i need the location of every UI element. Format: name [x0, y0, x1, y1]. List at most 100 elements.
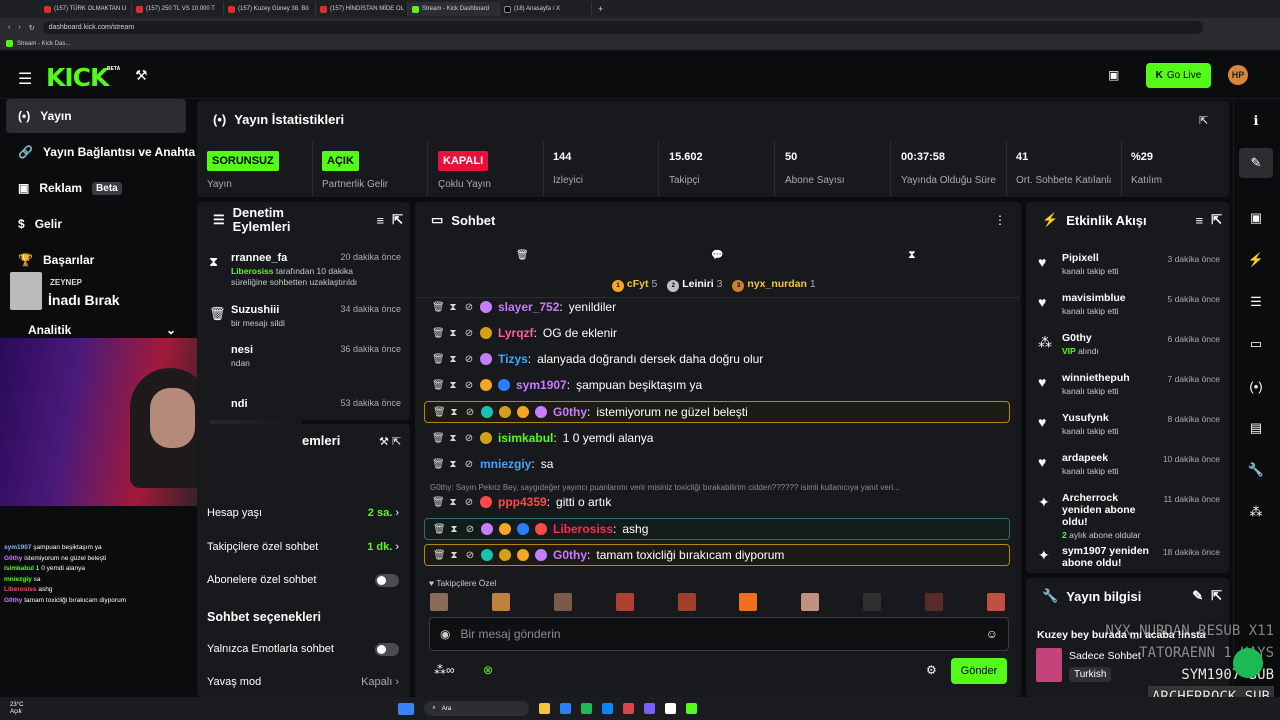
ban-icon[interactable]: ⊘	[465, 407, 475, 418]
follower-avatar[interactable]	[986, 593, 1005, 611]
trash-tab-icon[interactable]: 🗑	[516, 250, 529, 261]
popout-icon[interactable]: ⇱	[1211, 588, 1222, 604]
chat-message[interactable]: 🗑 ⧗ ⊘ Tizys: alanyada doğrandı dersek daha d…	[424, 348, 1010, 370]
trash-icon[interactable]: 🗑	[432, 433, 445, 444]
follower-avatar[interactable]	[863, 593, 882, 611]
hourglass-icon[interactable]: ⧗	[449, 550, 459, 561]
points-icon[interactable]: ⁂	[1239, 497, 1273, 527]
sidebar-item-reklam[interactable]: ▣ Reklam Beta	[6, 171, 186, 205]
kick-logo[interactable]: KICK	[46, 63, 109, 92]
hourglass-icon[interactable]: ⧗	[448, 380, 458, 391]
chat-username[interactable]: isimkabul	[498, 431, 553, 445]
hourglass-icon[interactable]: ⧗	[448, 433, 458, 444]
sidebar-item-stream-key[interactable]: 🔗 Yayın Bağlantısı ve Anahta	[6, 135, 195, 169]
follower-avatar[interactable]	[925, 593, 943, 611]
go-live-button[interactable]: K Go Live	[1146, 63, 1211, 88]
taskbar-app-icon[interactable]	[581, 703, 593, 714]
chat-username[interactable]: Lyrqzf	[498, 326, 534, 340]
chat-message[interactable]: 🗑 ⧗ ⊘ G0thy: istemiyorum ne güzel beleşti	[424, 401, 1010, 423]
taskbar-app-icon[interactable]	[539, 703, 551, 714]
popout-icon[interactable]: ⇱	[1211, 212, 1222, 228]
ban-icon[interactable]: ⊘	[464, 433, 474, 444]
setting-slow-mode[interactable]: Yavaş mod Kapalı ›	[199, 671, 407, 693]
chat-message[interactable]: 🗑 ⧗ ⊘ Liberosiss: ashg	[424, 518, 1010, 540]
chat-message[interactable]: 🗑 ⧗ ⊘ mniezgiy: sa	[424, 453, 1010, 475]
trash-icon[interactable]: 🗑	[432, 328, 445, 339]
multistream-icon[interactable]: ▣	[1108, 68, 1119, 82]
ban-icon[interactable]: ⊘	[464, 302, 474, 313]
taskbar-app-icon[interactable]	[560, 703, 572, 714]
trash-icon[interactable]: 🗑	[432, 354, 445, 365]
pencil-icon[interactable]: ✎	[1239, 148, 1273, 178]
emote-only-toggle[interactable]	[375, 642, 399, 656]
hourglass-icon[interactable]: ⧗	[448, 302, 458, 313]
follower-avatar[interactable]	[615, 593, 634, 611]
hourglass-icon[interactable]: ⧗	[449, 407, 459, 418]
ban-icon[interactable]: ⊘	[464, 354, 474, 365]
filter-icon[interactable]: ≡	[1196, 213, 1204, 228]
trash-icon[interactable]: 🗑	[432, 302, 445, 313]
follower-avatar[interactable]	[801, 593, 820, 611]
setting-follower-only[interactable]: Takipçilere özel sohbet 1 dk. ›	[199, 536, 407, 558]
popout-icon[interactable]: ⇱	[1199, 114, 1208, 127]
ban-icon[interactable]: ⊘	[464, 459, 474, 470]
browser-tab[interactable]: (157) 250 TL VS 10.000 T	[132, 2, 224, 16]
follower-avatar[interactable]	[739, 593, 758, 611]
chat-username[interactable]: Liberosiss	[553, 522, 613, 536]
trash-icon[interactable]: 🗑	[432, 380, 445, 391]
chat-username[interactable]: mniezgiy	[480, 457, 531, 471]
trash-icon[interactable]: 🗑	[433, 550, 446, 561]
follower-avatar[interactable]	[430, 593, 448, 611]
browser-tab[interactable]: (157) TÜRK OLMAKTAN U	[40, 2, 132, 16]
info-icon[interactable]: ℹ	[1239, 106, 1273, 136]
hourglass-icon[interactable]: ⧗	[908, 249, 916, 262]
chat-message[interactable]: 🗑 ⧗ ⊘ Lyrqzf: OG de eklenir	[424, 322, 1010, 344]
chat-username[interactable]: G0thy	[553, 405, 587, 419]
bolt-icon[interactable]: ⚡	[1239, 245, 1273, 275]
multistream-icon[interactable]: ▣	[1239, 203, 1273, 233]
points-icon[interactable]: ⁂∞	[434, 663, 455, 677]
chat-input[interactable]: ◉ Bir mesaj gönderin ☺	[429, 617, 1009, 651]
filter-icon[interactable]: ≡	[377, 213, 385, 228]
hammer-icon[interactable]: ⚒	[379, 435, 389, 448]
more-icon[interactable]: ⋮	[994, 213, 1006, 227]
back-icon[interactable]: ‹	[8, 24, 10, 31]
taskbar-app-icon[interactable]	[665, 703, 677, 714]
emoji-icon[interactable]: ☺	[986, 627, 998, 641]
popout-icon[interactable]: ⇱	[392, 212, 403, 228]
weather-widget[interactable]: 23°C Açık	[10, 702, 23, 716]
chat-username[interactable]: sym1907	[516, 378, 567, 392]
setting-account-age[interactable]: Hesap yaşı 2 sa. ›	[199, 502, 407, 524]
taskbar-app-icon[interactable]	[686, 703, 698, 714]
forward-icon[interactable]: ›	[18, 24, 20, 31]
taskbar-search[interactable]: ⌕ Ara	[424, 701, 530, 716]
bookmark-item[interactable]: Stream - Kick Das...	[17, 41, 70, 47]
sidebar-item-gelir[interactable]: $ Gelir	[6, 207, 186, 241]
queue-icon[interactable]: ▤	[1239, 413, 1273, 443]
list-icon[interactable]: ☰	[1239, 287, 1273, 317]
hammer-icon[interactable]: ⚒	[135, 67, 148, 84]
chat-message[interactable]: 🗑 ⧗ ⊘ isimkabul:1 0 yemdi alanya	[424, 427, 1010, 449]
chat-username[interactable]: ppp4359	[498, 495, 547, 509]
taskbar-app-icon[interactable]	[644, 703, 656, 714]
wrench-icon[interactable]: 🔧	[1239, 455, 1273, 485]
sub-only-toggle[interactable]	[375, 573, 399, 587]
browser-tab[interactable]: (157) HİNDİSTAN MİDE OL	[316, 2, 408, 16]
sidebar-item-yayin[interactable]: (•) Yayın	[6, 99, 186, 133]
trash-icon[interactable]: 🗑	[432, 497, 445, 508]
chat-icon[interactable]: ▭	[1239, 329, 1273, 359]
hourglass-icon[interactable]: ⧗	[448, 497, 458, 508]
browser-tab[interactable]: (157) Kuzey Güney 38. Bö	[224, 2, 316, 16]
chat-username[interactable]: G0thy	[553, 548, 587, 562]
hourglass-icon[interactable]: ⧗	[448, 328, 458, 339]
hourglass-icon[interactable]: ⧗	[449, 524, 459, 535]
kick-badge-icon[interactable]: ⊗	[483, 663, 493, 677]
ban-icon[interactable]: ⊘	[465, 550, 475, 561]
ban-icon[interactable]: ⊘	[465, 524, 475, 535]
trash-icon[interactable]: 🗑	[432, 459, 445, 470]
reload-icon[interactable]: ↻	[29, 24, 35, 32]
taskbar-app-icon[interactable]	[623, 703, 635, 714]
chat-message[interactable]: 🗑 ⧗ ⊘ ppp4359: gitti o artık	[424, 491, 1010, 513]
chat-message[interactable]: 🗑 ⧗ ⊘ G0thy: tamam toxicliği bırakıcam diypo…	[424, 544, 1010, 566]
windows-start-icon[interactable]	[398, 702, 415, 715]
